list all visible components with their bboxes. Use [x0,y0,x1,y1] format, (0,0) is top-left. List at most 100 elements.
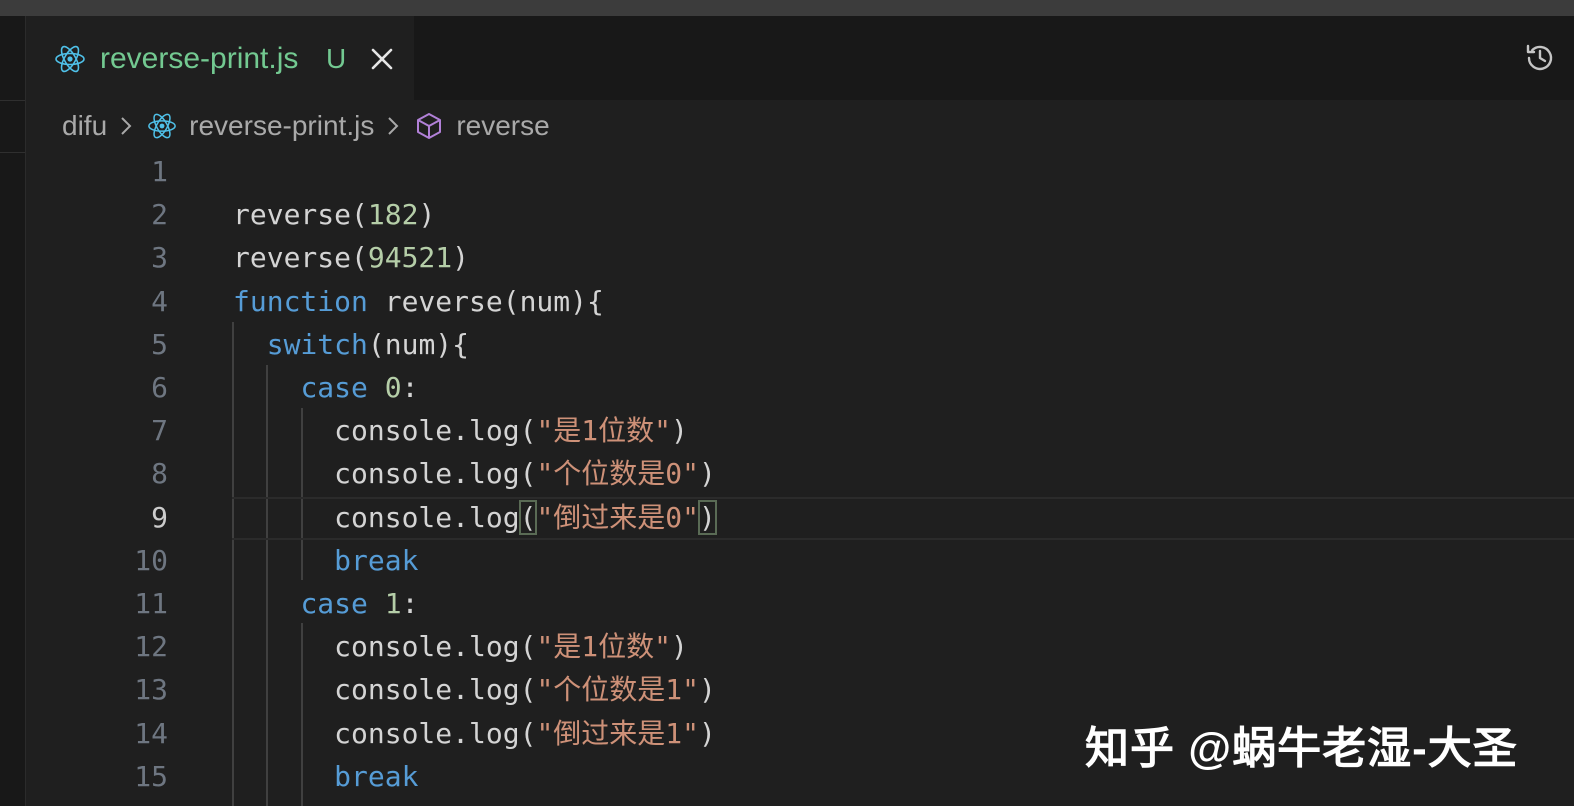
line-number[interactable]: 8 [86,452,168,495]
code-line[interactable]: 7 console.log("是1位数") [26,409,1574,452]
code-text: reverse(182) [233,193,435,236]
code-token: reverse(num){ [367,284,604,318]
code-text: console.log("是1位数") [233,625,688,668]
matched-bracket: ( [518,499,538,535]
line-number[interactable]: 1 [86,150,168,193]
code-line[interactable]: 4 function reverse(num){ [26,280,1574,323]
breadcrumb-folder-label: difu [62,110,108,141]
code-text: console.log("倒过来是0") [233,496,717,539]
code-token: console.log [233,500,520,534]
code-token: ) [699,716,716,750]
code-line[interactable]: 12 console.log("是1位数") [26,625,1574,668]
chevron-right-icon [121,117,132,135]
symbol-method-icon [417,113,442,139]
code-line[interactable]: 6 case 0: [26,366,1574,409]
code-text: case 0: [233,366,418,409]
close-icon[interactable] [367,44,397,74]
code-line[interactable]: 3 reverse(94521) [26,236,1574,279]
code-token: reverse( [233,241,368,275]
line-number[interactable]: 3 [86,236,168,279]
code-line[interactable]: 2 reverse(182) [26,193,1574,236]
code-editor[interactable]: 1 2 reverse(182) 3 reverse(94521) 4 function r… [26,150,1574,806]
code-token: console.log( [233,414,537,448]
code-token: ) [452,241,470,275]
breadcrumb-file[interactable]: reverse-print.js [147,110,374,142]
breadcrumb-symbol-label: reverse [456,110,550,141]
number-token: 94521 [367,241,453,275]
code-line[interactable]: 5 switch(num){ [26,323,1574,366]
code-token: console.log( [233,457,537,491]
code-line[interactable]: 1 [26,150,1574,193]
code-text: break [233,755,418,798]
string-token: "个位数是0" [536,457,700,491]
history-icon[interactable] [1522,40,1558,76]
code-text: switch(num){ [233,323,469,366]
line-number[interactable]: 14 [86,712,168,755]
code-line[interactable]: 10 break [26,539,1574,582]
react-icon [55,45,85,73]
watermark: 知乎 @蜗牛老湿-大圣 [1085,724,1518,773]
line-number[interactable]: 12 [86,625,168,668]
line-number[interactable]: 5 [86,323,168,366]
line-number[interactable]: 4 [86,280,168,323]
code-token: ) [671,414,688,448]
line-number[interactable]: 6 [86,366,168,409]
code-line[interactable]: 11 case 1: [26,582,1574,625]
breadcrumb-folder[interactable]: difu [62,110,107,142]
code-text: console.log("个位数是1") [233,668,716,711]
code-line[interactable]: 9 console.log("倒过来是0") [26,496,1574,540]
string-token: "是1位数" [536,630,672,664]
code-text: break [233,539,418,582]
breadcrumb: difu reverse-print.js reverse [62,104,550,148]
matched-bracket: ) [698,499,717,535]
keyword-token: case [300,371,368,404]
side-panel-edge[interactable] [0,16,25,806]
divider [0,152,25,153]
code-text: console.log("个位数是0") [233,452,716,495]
code-text: case 1: [233,582,418,625]
code-token: ) [699,457,716,491]
line-number[interactable]: 13 [86,668,168,711]
code-token: reverse( [233,198,368,232]
tab-title: reverse-print.js [100,42,299,75]
code-token: console.log( [233,716,537,750]
line-number[interactable]: 7 [86,409,168,452]
breadcrumb-symbol[interactable]: reverse [414,110,550,142]
code-token: (num){ [367,327,470,361]
number-token: 1 [384,587,402,620]
code-line[interactable]: 13 console.log("个位数是1") [26,668,1574,711]
string-token: "是1位数" [536,414,672,448]
breadcrumb-file-label: reverse-print.js [189,110,375,141]
code-token: ) [699,673,716,707]
line-number[interactable]: 10 [86,539,168,582]
untracked-badge: U [326,43,347,74]
divider [0,100,25,101]
code-text: console.log("倒过来是1") [233,712,716,755]
keyword-token: case [300,587,368,620]
code-line[interactable]: 8 console.log("个位数是0") [26,452,1574,495]
keyword-token: switch [266,327,368,361]
string-token: "倒过来是0" [536,500,700,534]
string-token: "个位数是1" [536,673,700,707]
code-token: ) [418,198,436,232]
line-number[interactable]: 11 [86,582,168,625]
code-token: console.log( [233,673,537,707]
number-token: 182 [367,198,419,232]
line-number[interactable]: 2 [86,193,168,236]
number-token: 0 [384,371,402,404]
line-number[interactable]: 15 [86,755,168,798]
string-token: "倒过来是1" [536,716,700,750]
tab-reverse-print-js[interactable]: reverse-print.js U [26,16,414,101]
code-token: ) [671,630,688,664]
code-token: : [401,371,419,404]
code-token: : [401,587,419,620]
window-top-strip [0,0,1574,16]
code-text: console.log("是1位数") [233,409,688,452]
line-number[interactable]: 9 [86,496,168,539]
